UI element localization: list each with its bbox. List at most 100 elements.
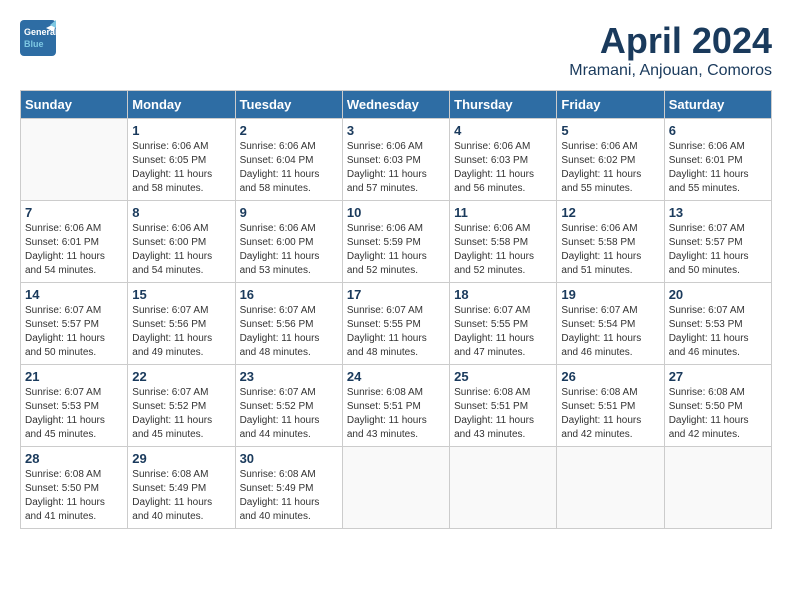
day-info: Sunrise: 6:08 AM Sunset: 5:51 PM Dayligh… — [561, 386, 659, 442]
weekday-header-friday: Friday — [557, 91, 664, 119]
day-info: Sunrise: 6:06 AM Sunset: 6:01 PM Dayligh… — [669, 140, 767, 196]
week-row-0: 1Sunrise: 6:06 AM Sunset: 6:05 PM Daylig… — [21, 119, 772, 201]
day-number: 16 — [240, 287, 338, 302]
day-number: 17 — [347, 287, 445, 302]
calendar-cell: 15 Sunrise: 6:07 AM Sunset: 5:56 PM Dayli… — [128, 283, 235, 365]
calendar-cell: 16 Sunrise: 6:07 AM Sunset: 5:56 PM Dayli… — [235, 283, 342, 365]
day-info: Sunrise: 6:07 AM Sunset: 5:57 PM Dayligh… — [669, 222, 767, 278]
day-info: Sunrise: 6:07 AM Sunset: 5:55 PM Dayligh… — [347, 304, 445, 360]
day-info: Sunrise: 6:07 AM Sunset: 5:56 PM Dayligh… — [132, 304, 230, 360]
calendar-cell: 13 Sunrise: 6:07 AM Sunset: 5:57 PM Dayli… — [664, 201, 771, 283]
day-info: Sunrise: 6:08 AM Sunset: 5:50 PM Dayligh… — [669, 386, 767, 442]
calendar-cell: 3 Sunrise: 6:06 AM Sunset: 6:03 PM Daylig… — [342, 119, 449, 201]
day-number: 6 — [669, 123, 767, 138]
day-info: Sunrise: 6:06 AM Sunset: 6:00 PM Dayligh… — [132, 222, 230, 278]
day-number: 3 — [347, 123, 445, 138]
calendar-cell: 18 Sunrise: 6:07 AM Sunset: 5:55 PM Dayli… — [450, 283, 557, 365]
day-info: Sunrise: 6:07 AM Sunset: 5:52 PM Dayligh… — [132, 386, 230, 442]
day-number: 14 — [25, 287, 123, 302]
calendar-cell: 8Sunrise: 6:06 AM Sunset: 6:00 PM Daylig… — [128, 201, 235, 283]
calendar-cell — [557, 447, 664, 529]
calendar-cell: 30 Sunrise: 6:08 AM Sunset: 5:49 PM Dayli… — [235, 447, 342, 529]
day-info: Sunrise: 6:06 AM Sunset: 6:05 PM Dayligh… — [132, 140, 230, 196]
calendar-cell: 12Sunrise: 6:06 AM Sunset: 5:58 PM Dayli… — [557, 201, 664, 283]
calendar-cell: 23Sunrise: 6:07 AM Sunset: 5:52 PM Dayli… — [235, 365, 342, 447]
calendar-cell: 10Sunrise: 6:06 AM Sunset: 5:59 PM Dayli… — [342, 201, 449, 283]
day-number: 29 — [132, 451, 230, 466]
day-number: 9 — [240, 205, 338, 220]
day-number: 19 — [561, 287, 659, 302]
day-info: Sunrise: 6:06 AM Sunset: 6:04 PM Dayligh… — [240, 140, 338, 196]
calendar-cell: 7 Sunrise: 6:06 AM Sunset: 6:01 PM Daylig… — [21, 201, 128, 283]
day-info: Sunrise: 6:07 AM Sunset: 5:54 PM Dayligh… — [561, 304, 659, 360]
day-info: Sunrise: 6:06 AM Sunset: 6:01 PM Dayligh… — [25, 222, 123, 278]
day-info: Sunrise: 6:06 AM Sunset: 6:00 PM Dayligh… — [240, 222, 338, 278]
day-info: Sunrise: 6:07 AM Sunset: 5:55 PM Dayligh… — [454, 304, 552, 360]
day-info: Sunrise: 6:08 AM Sunset: 5:51 PM Dayligh… — [347, 386, 445, 442]
calendar-cell — [450, 447, 557, 529]
week-row-2: 14 Sunrise: 6:07 AM Sunset: 5:57 PM Dayli… — [21, 283, 772, 365]
day-info: Sunrise: 6:08 AM Sunset: 5:49 PM Dayligh… — [132, 468, 230, 524]
calendar-cell: 28Sunrise: 6:08 AM Sunset: 5:50 PM Dayli… — [21, 447, 128, 529]
day-number: 28 — [25, 451, 123, 466]
day-number: 21 — [25, 369, 123, 384]
day-info: Sunrise: 6:07 AM Sunset: 5:57 PM Dayligh… — [25, 304, 123, 360]
day-info: Sunrise: 6:07 AM Sunset: 5:53 PM Dayligh… — [669, 304, 767, 360]
day-number: 13 — [669, 205, 767, 220]
logo: General Blue — [20, 20, 56, 56]
day-number: 10 — [347, 205, 445, 220]
day-number: 5 — [561, 123, 659, 138]
calendar-cell: 29 Sunrise: 6:08 AM Sunset: 5:49 PM Dayli… — [128, 447, 235, 529]
day-info: Sunrise: 6:07 AM Sunset: 5:56 PM Dayligh… — [240, 304, 338, 360]
weekday-header-saturday: Saturday — [664, 91, 771, 119]
day-number: 27 — [669, 369, 767, 384]
day-info: Sunrise: 6:08 AM Sunset: 5:51 PM Dayligh… — [454, 386, 552, 442]
calendar-cell: 20 Sunrise: 6:07 AM Sunset: 5:53 PM Dayli… — [664, 283, 771, 365]
calendar-cell: 19 Sunrise: 6:07 AM Sunset: 5:54 PM Dayli… — [557, 283, 664, 365]
calendar-cell: 14 Sunrise: 6:07 AM Sunset: 5:57 PM Dayli… — [21, 283, 128, 365]
day-info: Sunrise: 6:08 AM Sunset: 5:49 PM Dayligh… — [240, 468, 338, 524]
day-number: 25 — [454, 369, 552, 384]
calendar-cell: 24 Sunrise: 6:08 AM Sunset: 5:51 PM Dayli… — [342, 365, 449, 447]
day-number: 7 — [25, 205, 123, 220]
svg-text:Blue: Blue — [24, 39, 44, 49]
day-info: Sunrise: 6:06 AM Sunset: 6:03 PM Dayligh… — [347, 140, 445, 196]
calendar-cell: 5 Sunrise: 6:06 AM Sunset: 6:02 PM Daylig… — [557, 119, 664, 201]
calendar-cell: 27 Sunrise: 6:08 AM Sunset: 5:50 PM Dayli… — [664, 365, 771, 447]
day-number: 2 — [240, 123, 338, 138]
location: Mramani, Anjouan, Comoros — [569, 62, 772, 80]
calendar-cell: 26 Sunrise: 6:08 AM Sunset: 5:51 PM Dayli… — [557, 365, 664, 447]
day-number: 24 — [347, 369, 445, 384]
day-number: 4 — [454, 123, 552, 138]
calendar-cell: 2 Sunrise: 6:06 AM Sunset: 6:04 PM Daylig… — [235, 119, 342, 201]
calendar-cell: 22 Sunrise: 6:07 AM Sunset: 5:52 PM Dayli… — [128, 365, 235, 447]
calendar-cell: 4Sunrise: 6:06 AM Sunset: 6:03 PM Daylig… — [450, 119, 557, 201]
calendar-cell — [342, 447, 449, 529]
calendar-cell: 9 Sunrise: 6:06 AM Sunset: 6:00 PM Daylig… — [235, 201, 342, 283]
calendar-cell: 25 Sunrise: 6:08 AM Sunset: 5:51 PM Dayli… — [450, 365, 557, 447]
title-block: April 2024 Mramani, Anjouan, Comoros — [569, 20, 772, 80]
day-number: 26 — [561, 369, 659, 384]
weekday-header-wednesday: Wednesday — [342, 91, 449, 119]
weekday-header-tuesday: Tuesday — [235, 91, 342, 119]
calendar-cell: 17 Sunrise: 6:07 AM Sunset: 5:55 PM Dayli… — [342, 283, 449, 365]
calendar-cell: 6 Sunrise: 6:06 AM Sunset: 6:01 PM Daylig… — [664, 119, 771, 201]
weekday-header-row: SundayMondayTuesdayWednesdayThursdayFrid… — [21, 91, 772, 119]
day-info: Sunrise: 6:07 AM Sunset: 5:53 PM Dayligh… — [25, 386, 123, 442]
calendar-table: SundayMondayTuesdayWednesdayThursdayFrid… — [20, 90, 772, 529]
day-info: Sunrise: 6:06 AM Sunset: 5:58 PM Dayligh… — [454, 222, 552, 278]
logo-icon: General Blue — [20, 20, 56, 56]
month-title: April 2024 — [569, 20, 772, 62]
day-number: 22 — [132, 369, 230, 384]
week-row-4: 28Sunrise: 6:08 AM Sunset: 5:50 PM Dayli… — [21, 447, 772, 529]
day-number: 20 — [669, 287, 767, 302]
weekday-header-sunday: Sunday — [21, 91, 128, 119]
day-number: 30 — [240, 451, 338, 466]
day-number: 15 — [132, 287, 230, 302]
day-info: Sunrise: 6:06 AM Sunset: 6:02 PM Dayligh… — [561, 140, 659, 196]
weekday-header-thursday: Thursday — [450, 91, 557, 119]
day-number: 18 — [454, 287, 552, 302]
calendar-cell: 11Sunrise: 6:06 AM Sunset: 5:58 PM Dayli… — [450, 201, 557, 283]
week-row-1: 7 Sunrise: 6:06 AM Sunset: 6:01 PM Daylig… — [21, 201, 772, 283]
day-number: 23 — [240, 369, 338, 384]
